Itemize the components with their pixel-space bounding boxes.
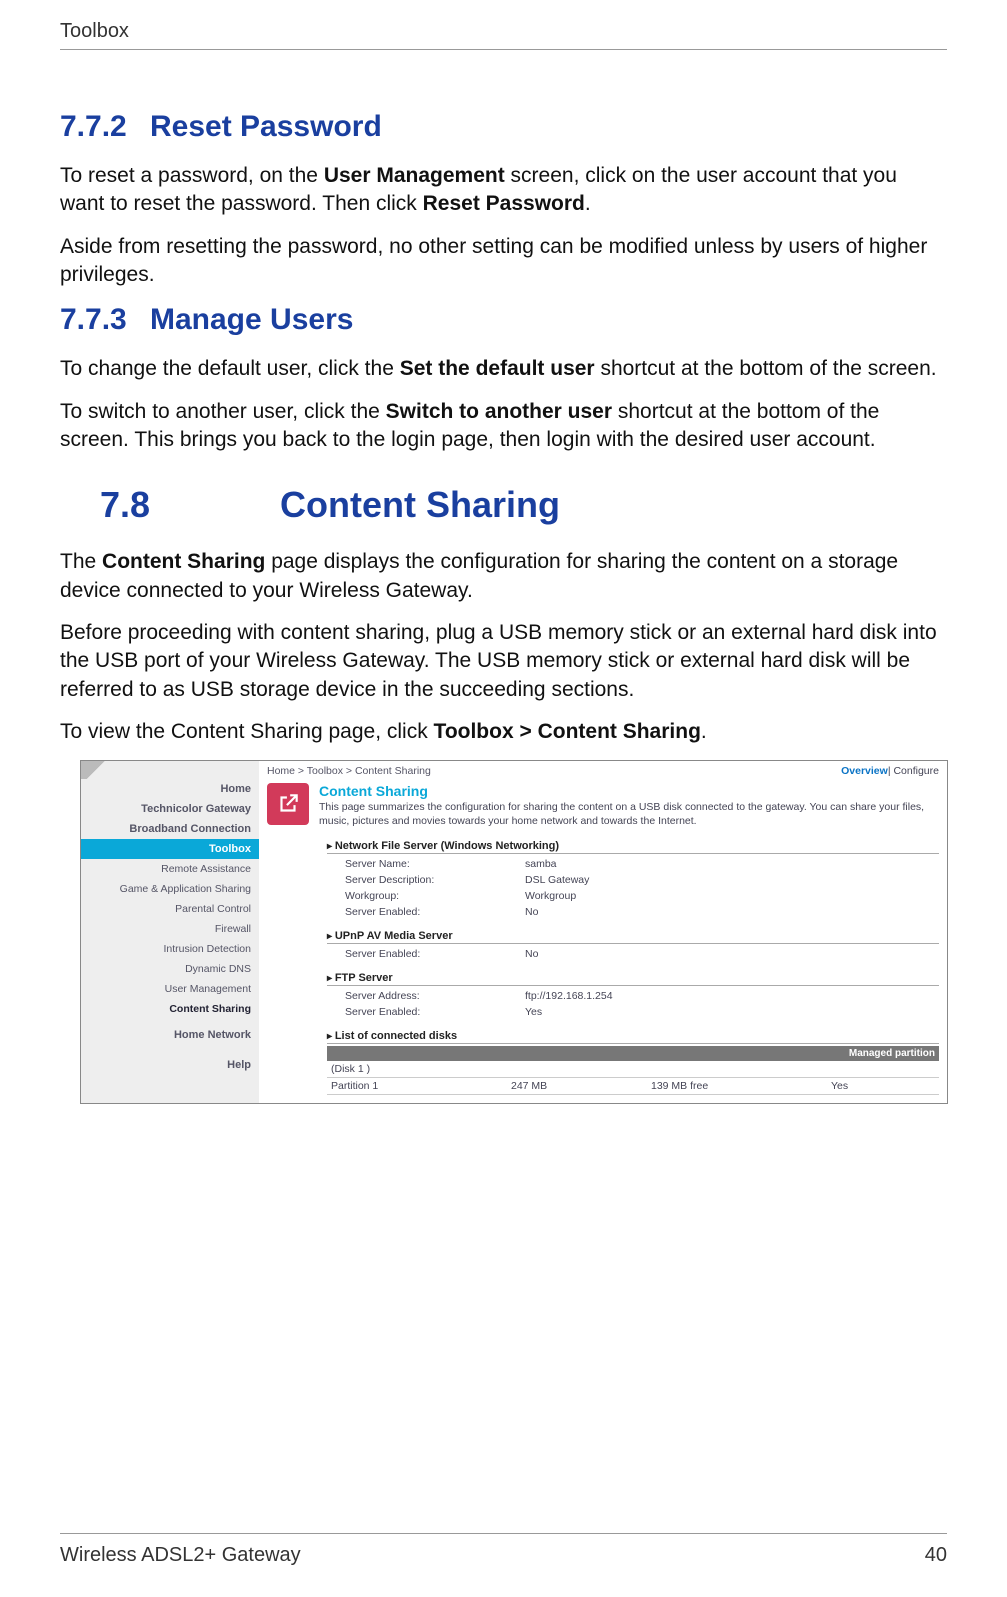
sidebar-item-help[interactable]: Help: [81, 1055, 259, 1075]
kv-val: Yes: [525, 1006, 542, 1018]
col-managed: Managed partition: [849, 1048, 935, 1059]
kv-key: Server Name:: [345, 858, 525, 870]
kv-key: Workgroup:: [345, 890, 525, 902]
kv-row: Server Enabled:Yes: [345, 1004, 939, 1020]
kv-row: Server Name:samba: [345, 856, 939, 872]
heading-7-7-3: 7.7.3Manage Users: [60, 303, 947, 337]
kv-val: samba: [525, 858, 557, 870]
paragraph: To view the Content Sharing page, click …: [60, 718, 947, 746]
disk-free: 139 MB free: [651, 1080, 831, 1092]
sidebar-item-broadband[interactable]: Broadband Connection: [81, 819, 259, 839]
kv-key: Server Description:: [345, 874, 525, 886]
text: To change the default user, click the: [60, 357, 400, 380]
heading-text: Manage Users: [150, 303, 353, 336]
text: To switch to another user, click the: [60, 400, 386, 423]
section-upnp[interactable]: UPnP AV Media Server: [327, 930, 939, 944]
heading-number: 7.7.2: [60, 110, 150, 144]
paragraph: To reset a password, on the User Managem…: [60, 162, 947, 219]
configure-link[interactable]: | Configure: [888, 765, 939, 777]
embedded-screenshot: Home Technicolor Gateway Broadband Conne…: [80, 760, 948, 1103]
text: To reset a password, on the: [60, 164, 324, 187]
heading-text: Reset Password: [150, 110, 382, 143]
sidebar-item-remote-assistance[interactable]: Remote Assistance: [81, 859, 259, 879]
text-bold: Toolbox > Content Sharing: [434, 720, 701, 743]
kv-row: Server Address:ftp://192.168.1.254: [345, 988, 939, 1004]
disk-name: Partition 1: [331, 1080, 511, 1092]
paragraph: The Content Sharing page displays the co…: [60, 548, 947, 605]
sidebar-item-home-network[interactable]: Home Network: [81, 1025, 259, 1045]
footer-page-number: 40: [925, 1544, 947, 1567]
footer-product: Wireless ADSL2+ Gateway: [60, 1544, 301, 1567]
disk-size: 247 MB: [511, 1080, 651, 1092]
paragraph: Before proceeding with content sharing, …: [60, 619, 947, 704]
text-bold: Set the default user: [400, 357, 595, 380]
kv-key: Server Enabled:: [345, 906, 525, 918]
overview-link[interactable]: Overview: [841, 765, 888, 777]
heading-number: 7.8: [100, 484, 280, 526]
section-disks[interactable]: List of connected disks: [327, 1030, 939, 1044]
sidebar-item-intrusion-detection[interactable]: Intrusion Detection: [81, 939, 259, 959]
sidebar-item-parental-control[interactable]: Parental Control: [81, 899, 259, 919]
disk-group: (Disk 1 ): [327, 1061, 939, 1078]
panel-title: Content Sharing: [319, 783, 939, 799]
breadcrumb[interactable]: Home > Toolbox > Content Sharing: [267, 765, 431, 777]
kv-key: Server Enabled:: [345, 1006, 525, 1018]
section-nfs[interactable]: Network File Server (Windows Networking): [327, 840, 939, 854]
paragraph: To change the default user, click the Se…: [60, 355, 947, 383]
heading-text: Content Sharing: [280, 484, 560, 525]
text: .: [701, 720, 707, 743]
kv-row: Server Enabled:No: [345, 904, 939, 920]
heading-7-7-2: 7.7.2Reset Password: [60, 110, 947, 144]
paragraph: Aside from resetting the password, no ot…: [60, 233, 947, 290]
sidebar-item-home[interactable]: Home: [81, 779, 259, 799]
sidebar: Home Technicolor Gateway Broadband Conne…: [81, 761, 259, 1102]
sidebar-item-content-sharing[interactable]: Content Sharing: [81, 999, 259, 1019]
kv-key: Server Enabled:: [345, 948, 525, 960]
disk-row: Partition 1 247 MB 139 MB free Yes: [327, 1078, 939, 1095]
text: .: [585, 192, 591, 215]
kv-val: ftp://192.168.1.254: [525, 990, 613, 1002]
page-footer: Wireless ADSL2+ Gateway 40: [60, 1533, 947, 1567]
heading-7-8: 7.8Content Sharing: [100, 484, 947, 526]
text-bold: Switch to another user: [386, 400, 612, 423]
kv-row: Workgroup:Workgroup: [345, 888, 939, 904]
disk-table: Managed partition (Disk 1 ) Partition 1 …: [327, 1046, 939, 1095]
sidebar-notch: [81, 761, 259, 779]
kv-key: Server Address:: [345, 990, 525, 1002]
heading-number: 7.7.3: [60, 303, 150, 337]
sidebar-item-technicolor[interactable]: Technicolor Gateway: [81, 799, 259, 819]
text: To view the Content Sharing page, click: [60, 720, 434, 743]
text-bold: User Management: [324, 164, 505, 187]
text-bold: Reset Password: [423, 192, 585, 215]
text: The: [60, 550, 102, 573]
kv-row: Server Enabled:No: [345, 946, 939, 962]
kv-val: Workgroup: [525, 890, 576, 902]
kv-row: Server Description:DSL Gateway: [345, 872, 939, 888]
sidebar-item-firewall[interactable]: Firewall: [81, 919, 259, 939]
main-panel: Home > Toolbox > Content Sharing | Confi…: [259, 761, 947, 1102]
kv-val: No: [525, 906, 538, 918]
disk-managed: Yes: [831, 1080, 848, 1092]
text: shortcut at the bottom of the screen.: [595, 357, 937, 380]
page-header: Toolbox: [60, 20, 947, 50]
section-ftp[interactable]: FTP Server: [327, 972, 939, 986]
disk-table-header: Managed partition: [327, 1046, 939, 1061]
kv-val: DSL Gateway: [525, 874, 589, 886]
share-icon: [267, 783, 309, 825]
panel-description: This page summarizes the configuration f…: [319, 801, 939, 828]
paragraph: To switch to another user, click the Swi…: [60, 398, 947, 455]
sidebar-item-game-app-sharing[interactable]: Game & Application Sharing: [81, 879, 259, 899]
sidebar-item-toolbox[interactable]: Toolbox: [81, 839, 259, 859]
text-bold: Content Sharing: [102, 550, 265, 573]
sidebar-item-user-management[interactable]: User Management: [81, 979, 259, 999]
sidebar-item-dynamic-dns[interactable]: Dynamic DNS: [81, 959, 259, 979]
title-row: Content Sharing This page summarizes the…: [267, 783, 939, 829]
breadcrumb-bar: Home > Toolbox > Content Sharing | Confi…: [267, 765, 939, 777]
kv-val: No: [525, 948, 538, 960]
